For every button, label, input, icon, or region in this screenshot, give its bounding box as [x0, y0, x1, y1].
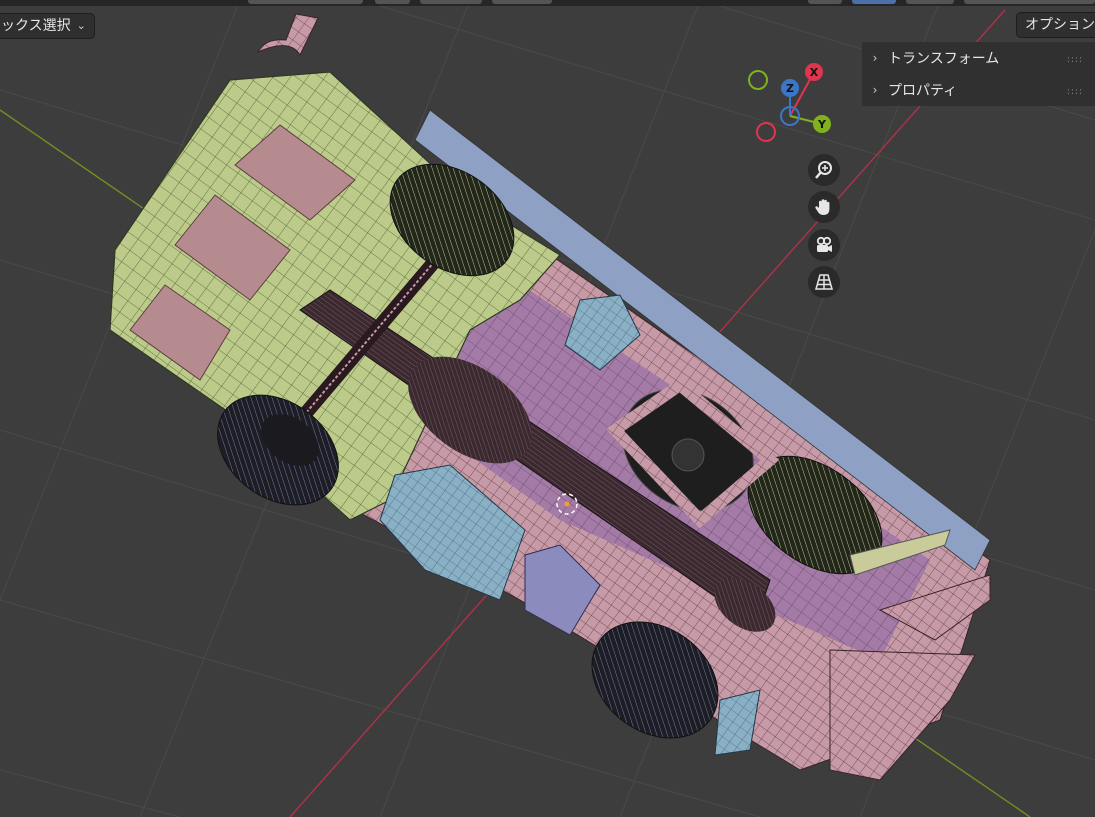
navigation-gizmo[interactable]: X Y Z	[748, 63, 831, 142]
gizmo-z-label: Z	[786, 82, 794, 95]
panel-transform-label: トランスフォーム	[888, 51, 1000, 67]
3d-viewport[interactable]: X Y Z	[0, 0, 1095, 817]
panel-properties-label: プロパティ	[888, 83, 958, 99]
drag-grip-icon[interactable]: ::::	[1067, 87, 1083, 97]
options-dropdown[interactable]: オプション	[1016, 12, 1095, 38]
zoom-icon	[815, 161, 832, 179]
chevron-down-icon: ⌄	[76, 19, 86, 32]
gizmo-y-label: Y	[817, 118, 827, 131]
sidebar-n-panel: › トランスフォーム :::: › プロパティ ::::	[862, 42, 1095, 106]
zoom-button[interactable]	[808, 154, 840, 186]
chevron-right-icon: ›	[872, 83, 878, 97]
panel-transform[interactable]: › トランスフォーム ::::	[862, 43, 1095, 73]
camera-icon	[816, 236, 832, 252]
header-strip	[0, 0, 1095, 6]
perspective-toggle-button[interactable]	[808, 266, 840, 298]
grid-perspective-icon	[815, 274, 833, 290]
camera-view-button[interactable]	[808, 229, 840, 261]
drag-grip-icon[interactable]: ::::	[1067, 55, 1083, 65]
chevron-right-icon: ›	[872, 51, 878, 65]
panel-properties[interactable]: › プロパティ ::::	[862, 75, 1095, 105]
select-mode-dropdown[interactable]: ックス選択 ⌄	[0, 13, 95, 39]
gizmo-x-label: X	[810, 66, 819, 79]
vehicle-chassis-model[interactable]	[109, 13, 991, 781]
select-mode-label: ックス選択	[1, 18, 71, 34]
hand-icon	[815, 199, 830, 215]
pan-button[interactable]	[808, 191, 840, 223]
